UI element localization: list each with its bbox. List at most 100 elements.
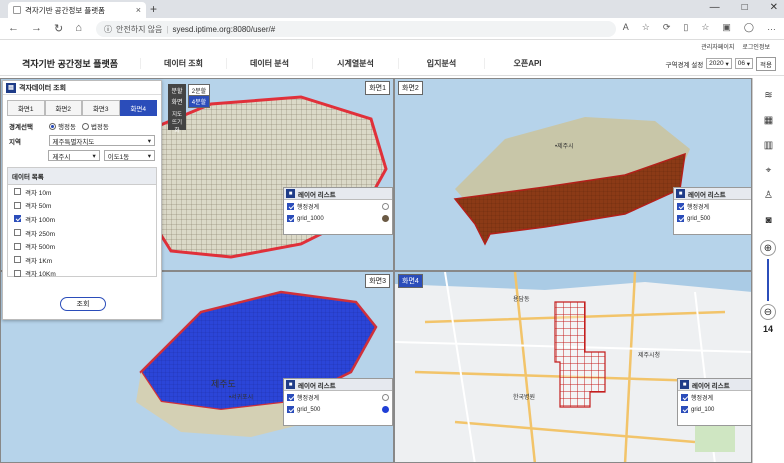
tab-screen2[interactable]: 화면2: [44, 100, 82, 116]
forward-icon[interactable]: →: [31, 22, 42, 35]
map-label-jeju: •제주시: [555, 144, 574, 150]
layer-checkbox[interactable]: [677, 215, 684, 222]
region-setting: 구역경계 설정 2020 ▾ 06 ▾ 적용: [665, 56, 784, 71]
layer-checkbox[interactable]: [681, 394, 688, 401]
layer-checkbox[interactable]: [287, 394, 294, 401]
back-icon[interactable]: ←: [8, 22, 19, 35]
screen-2[interactable]: •제주시 화면2 ■ 레이어 리스트 행정경계 grid_500: [394, 78, 752, 271]
zoom-in-icon[interactable]: ⊕: [760, 240, 776, 256]
layer-checkbox[interactable]: [287, 406, 294, 413]
tab-screen1[interactable]: 화면1: [7, 100, 45, 116]
new-tab-icon[interactable]: +: [150, 2, 157, 16]
data-item[interactable]: 격자 500m: [8, 239, 156, 253]
split-icon[interactable]: ▯: [683, 22, 688, 33]
data-checkbox[interactable]: [14, 269, 21, 277]
refresh-icon[interactable]: ↻: [54, 22, 63, 35]
menu-data-analysis[interactable]: 데이터 분석: [226, 58, 312, 69]
layer-item[interactable]: 행정경계: [678, 391, 751, 404]
data-checkbox[interactable]: [14, 201, 21, 209]
data-item[interactable]: 격자 10m: [8, 185, 156, 199]
panel-title: 격자데이터 조회: [19, 84, 67, 92]
year-select[interactable]: 2020 ▾: [706, 58, 732, 69]
layer-checkbox[interactable]: [287, 203, 294, 210]
location-pin-icon[interactable]: ⌖: [762, 163, 776, 177]
radio-admin-dong[interactable]: 행정동: [49, 121, 76, 131]
layer-list-1: ■ 레이어 리스트 행정경계 grid_1000: [283, 187, 393, 235]
radio-legal-dong[interactable]: 법정동: [81, 121, 109, 131]
favorites-icon[interactable]: ☆: [701, 22, 709, 33]
read-aloud-icon[interactable]: A: [623, 22, 629, 33]
maximize-icon[interactable]: □: [742, 2, 748, 13]
month-select[interactable]: 06 ▾: [734, 58, 754, 69]
close-tab-icon[interactable]: ×: [136, 5, 141, 15]
camera-icon[interactable]: ◙: [762, 213, 776, 227]
data-checkbox[interactable]: [14, 215, 21, 223]
layer-item[interactable]: grid_500: [674, 213, 751, 224]
data-checkbox[interactable]: [14, 188, 21, 196]
data-item[interactable]: 격자 10Km: [8, 267, 156, 281]
data-checkbox[interactable]: [14, 229, 21, 237]
region-label: 지역: [9, 138, 21, 146]
split-4-button[interactable]: 4분할: [188, 95, 210, 108]
more-icon[interactable]: …: [767, 22, 776, 33]
layer-item[interactable]: grid_1000: [284, 213, 392, 224]
dong-select[interactable]: 이도1동 ▾: [103, 150, 155, 161]
menu-location[interactable]: 입지분석: [398, 58, 484, 69]
close-window-icon[interactable]: ✕: [770, 2, 778, 13]
collections-icon[interactable]: ▣: [722, 22, 731, 33]
screen-4-label[interactable]: 화면4: [398, 274, 423, 288]
layer-item[interactable]: grid_100: [678, 404, 751, 415]
star-icon[interactable]: ☆: [642, 22, 650, 33]
security-label: 안전하지 않음: [116, 24, 163, 34]
data-item[interactable]: 격자 250m: [8, 226, 156, 240]
login-info-link[interactable]: 로그인정보: [742, 42, 770, 51]
layer-item[interactable]: 행정경계: [674, 200, 751, 213]
profile-icon[interactable]: ◯: [744, 22, 754, 33]
screen-4[interactable]: 제주시청 용담동 한국병원 화면4 ■ 레이어 리스트 행정경계 grid_100: [394, 271, 752, 463]
data-checkbox[interactable]: [14, 242, 21, 250]
data-item[interactable]: 격자 100m: [8, 212, 156, 226]
province-select[interactable]: 제주특별자치도 ▾: [48, 135, 155, 146]
layer-checkbox[interactable]: [287, 215, 294, 222]
tab-screen3[interactable]: 화면3: [82, 100, 120, 116]
grid-icon[interactable]: ▦: [762, 113, 776, 127]
map-sync-button[interactable]: 지도 뜨기화: [168, 108, 186, 134]
map-label-jeju-do: 제주도: [211, 379, 236, 389]
layer-icon: ■: [286, 189, 295, 198]
menu-openapi[interactable]: 오픈API: [484, 58, 570, 69]
layer-checkbox[interactable]: [677, 203, 684, 210]
map-area: 화면1 ■ 레이어 리스트 행정경계 grid_1000 •제주시 화면2 ■ 레이…: [0, 78, 784, 463]
minimize-icon[interactable]: —: [710, 2, 720, 13]
apply-button[interactable]: 적용: [756, 56, 776, 71]
refresh-page-icon[interactable]: ⟳: [663, 22, 671, 33]
layer-checkbox[interactable]: [681, 406, 688, 413]
zoom-slider[interactable]: [766, 258, 770, 302]
screen-2-label[interactable]: 화면2: [398, 81, 423, 95]
query-panel: ▤ 격자데이터 조회 화면1 화면2 화면3 화면4 경계선택 행정동 법정동 지…: [2, 80, 162, 320]
home-icon[interactable]: ⌂: [75, 22, 82, 35]
url-field[interactable]: ⓘ 안전하지 않음 | syesd.iptime.org:8080/user/#: [96, 21, 616, 37]
window-controls: — □ ✕: [710, 2, 778, 13]
admin-link[interactable]: 관리자페이지: [701, 42, 734, 51]
menu-data-query[interactable]: 데이터 조회: [140, 58, 226, 69]
logo[interactable]: 격자기반 공간정보 플랫폼: [0, 57, 140, 70]
street-view-icon[interactable]: ♙: [762, 188, 776, 202]
menu-timeseries[interactable]: 시계열분석: [312, 58, 398, 69]
layer-item[interactable]: 행정경계: [284, 391, 392, 404]
layer-item[interactable]: grid_500: [284, 404, 392, 415]
layer-item[interactable]: 행정경계: [284, 200, 392, 213]
screen-1-label[interactable]: 화면1: [365, 81, 390, 95]
tab-screen4[interactable]: 화면4: [119, 100, 157, 116]
search-button[interactable]: 조회: [60, 297, 106, 311]
zoom-out-icon[interactable]: ⊖: [760, 304, 776, 320]
data-item[interactable]: 격자 50m: [8, 199, 156, 213]
browser-tab[interactable]: 격자기반 공간정보 플랫폼 ×: [8, 2, 146, 18]
screen-3-label[interactable]: 화면3: [365, 274, 390, 288]
layers-icon[interactable]: ≋: [762, 88, 776, 102]
city-select[interactable]: 제주시 ▾: [48, 150, 100, 161]
map-label-hospital: 한국병원: [513, 395, 536, 401]
map-icon[interactable]: ▥: [762, 138, 776, 152]
data-item[interactable]: 격자 1Km: [8, 253, 156, 267]
data-checkbox[interactable]: [14, 256, 21, 264]
region-label: 구역경계 설정: [665, 61, 704, 69]
